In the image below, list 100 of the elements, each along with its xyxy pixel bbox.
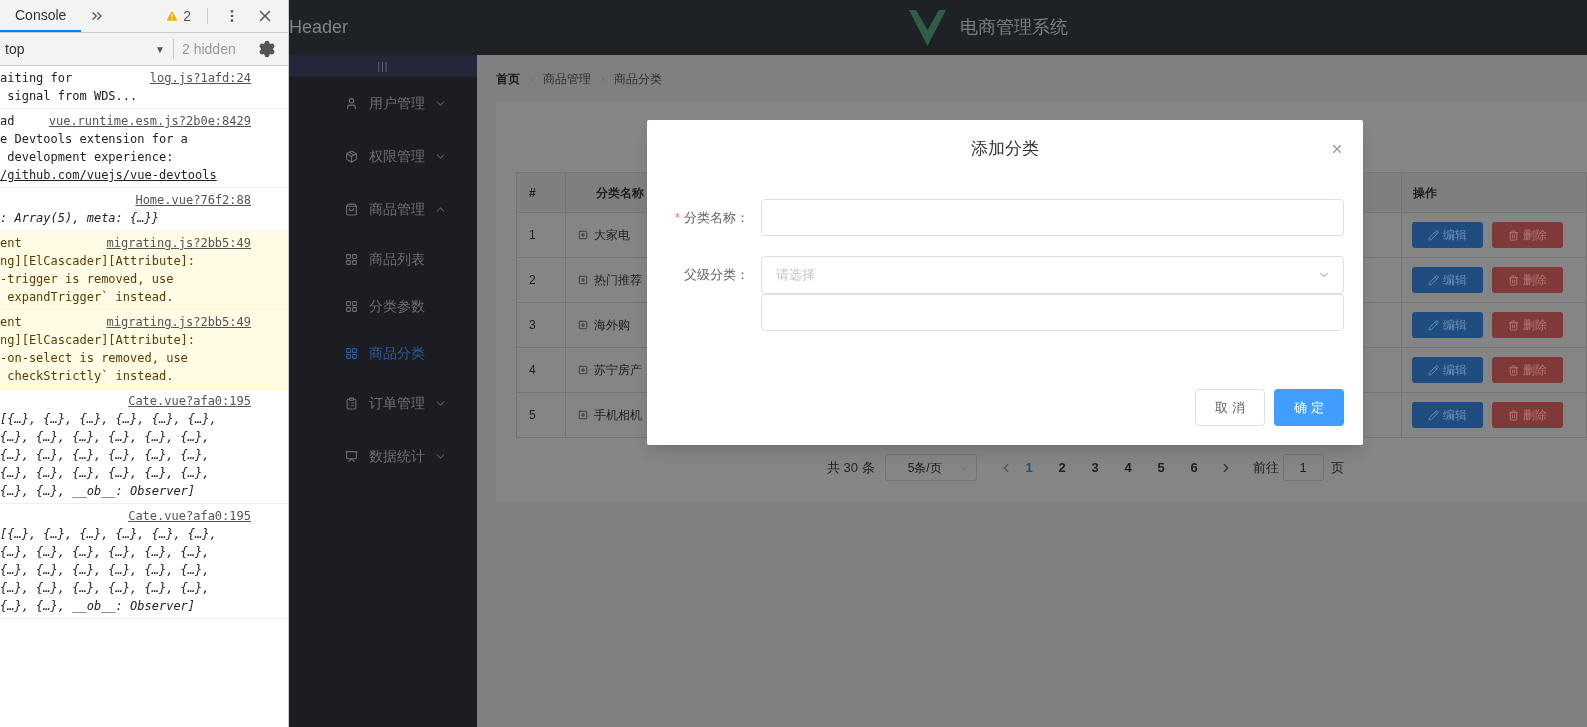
console-message: {…}, {…}, __ob__: Observer] [0, 598, 197, 615]
cube-icon [345, 150, 358, 163]
chart-icon [345, 450, 358, 463]
page-number[interactable]: 4 [1111, 457, 1145, 478]
console-message: : Array(5), meta: {…}} [0, 210, 160, 227]
pencil-icon [1428, 364, 1439, 376]
console-message: ent [0, 314, 22, 331]
console-message: ent [0, 235, 22, 252]
console-message: e Devtools extension for a [0, 131, 189, 148]
confirm-button[interactable]: 确 定 [1274, 389, 1344, 426]
console-message: [{…}, {…}, {…}, {…}, {…}, {…}, [0, 526, 218, 543]
table-cell: 1 [517, 213, 566, 257]
expand-icon[interactable] [578, 410, 588, 420]
table-cell-text: 海外购 [594, 317, 630, 334]
console-message: ng][ElCascader][Attribute]: [0, 253, 197, 270]
edit-button[interactable]: 编辑 [1412, 222, 1483, 248]
user-icon [345, 97, 358, 110]
source-link[interactable]: migrating.js?2bb5:49 [106, 234, 251, 252]
console-message: ad [0, 113, 15, 130]
console-message: aiting for [0, 70, 73, 87]
expand-icon[interactable] [578, 230, 588, 240]
field-label: 父级分类： [684, 265, 749, 284]
edit-button[interactable]: 编辑 [1412, 357, 1483, 383]
jump-suffix: 页 [1330, 458, 1344, 477]
trash-icon [1508, 409, 1519, 421]
table-cell: 3 [517, 303, 566, 347]
console-message: signal from WDS... [6, 88, 139, 105]
table-cell-text: 手机相机 [594, 407, 642, 424]
cancel-button[interactable]: 取 消 [1195, 389, 1265, 426]
page-number[interactable]: 2 [1045, 457, 1079, 478]
menu-item[interactable]: 权限管理 [289, 130, 477, 183]
trash-icon [1508, 274, 1519, 286]
menu-item[interactable]: 订单管理 [289, 377, 477, 430]
source-link[interactable]: Home.vue?76f2:88 [135, 191, 251, 209]
close-icon[interactable] [1330, 142, 1344, 156]
edit-button[interactable]: 编辑 [1412, 267, 1483, 293]
trash-icon [1508, 229, 1519, 241]
total-count: 共 30 条 [827, 458, 875, 477]
warning-count[interactable]: 2 [183, 5, 191, 27]
edit-button[interactable]: 编辑 [1412, 402, 1483, 428]
table-cell-text: 热门推荐 [594, 272, 642, 289]
source-link[interactable]: vue.runtime.esm.js?2b0e:8429 [48, 112, 251, 130]
source-link[interactable]: Cate.vue?afa0:195 [128, 392, 251, 410]
source-link[interactable]: Cate.vue?afa0:195 [128, 507, 251, 525]
grid-icon [345, 300, 358, 313]
pencil-icon [1428, 409, 1439, 421]
logo-icon [909, 9, 947, 46]
input-field[interactable] [761, 199, 1344, 236]
page-number[interactable]: 1 [1012, 457, 1046, 478]
settings-icon[interactable] [258, 40, 276, 58]
console-message: {…}, {…}, {…}, {…}, {…}, {…}, [0, 447, 211, 464]
trash-icon [1508, 364, 1519, 376]
jump-label: 前往 [1252, 458, 1279, 477]
grid-icon [345, 253, 358, 266]
collapse-toggle[interactable]: ||| [289, 55, 477, 77]
console-message: {…}, {…}, __ob__: Observer] [0, 483, 197, 500]
menu-item[interactable]: 商品分类 [289, 330, 477, 377]
page-input[interactable]: 1 [1282, 454, 1324, 481]
pencil-icon [1428, 274, 1439, 286]
breadcrumb-item: 商品分类 [614, 71, 662, 88]
page-size-select[interactable]: 5条/页 [884, 454, 977, 481]
menu-item[interactable]: 用户管理 [289, 77, 477, 130]
clipboard-icon [345, 397, 358, 410]
pencil-icon [1428, 229, 1439, 241]
expand-icon[interactable] [578, 275, 588, 285]
console-message: {…}, {…}, {…}, {…}, {…}, {…}, [0, 544, 211, 561]
console-message: {…}, {…}, {…}, {…}, {…}, {…}, [0, 562, 211, 579]
table-cell: 5 [517, 393, 566, 437]
table-cell: 4 [517, 348, 566, 392]
console-message: [{…}, {…}, {…}, {…}, {…}, {…}, [0, 411, 218, 428]
table-cell-text: 大家电 [594, 227, 630, 244]
page-number[interactable]: 3 [1078, 457, 1112, 478]
console-message: -on-select is removed, use [0, 350, 189, 367]
console-message: {…}, {…}, {…}, {…}, {…}, {…}, [0, 429, 211, 446]
grid-icon [345, 347, 358, 360]
source-link[interactable]: log.js?1afd:24 [149, 69, 251, 87]
console-message: {…}, {…}, {…}, {…}, {…}, {…}, [0, 580, 211, 597]
brand-title: 电商管理系统 [960, 16, 1069, 39]
expand-icon[interactable] [578, 320, 588, 330]
menu-item[interactable]: 商品管理 [289, 183, 477, 236]
breadcrumb-item[interactable]: 首页 [496, 70, 520, 88]
header-title: Header [289, 16, 349, 39]
warning-icon [165, 9, 180, 23]
pencil-icon [1428, 319, 1439, 331]
console-message: development experience: [6, 149, 175, 166]
breadcrumb-item: 商品管理 [543, 71, 591, 88]
console-message: ng][ElCascader][Attribute]: [0, 332, 197, 349]
bag-icon [345, 203, 358, 216]
column-header: # [517, 173, 566, 212]
menu-item[interactable]: 数据统计 [289, 430, 477, 483]
select-field[interactable]: 请选择 [761, 256, 1344, 294]
source-link[interactable]: migrating.js?2bb5:49 [106, 313, 251, 331]
menu-item[interactable]: 商品列表 [289, 236, 477, 283]
page-number[interactable]: 5 [1144, 457, 1178, 478]
menu-item[interactable]: 分类参数 [289, 283, 477, 330]
edit-button[interactable]: 编辑 [1412, 312, 1483, 338]
page-number[interactable]: 6 [1177, 457, 1211, 478]
expand-icon[interactable] [578, 365, 588, 375]
url-link[interactable]: /github.com/vuejs/vue-devtools [0, 166, 251, 184]
context-select[interactable]: top ▼ [0, 38, 165, 60]
